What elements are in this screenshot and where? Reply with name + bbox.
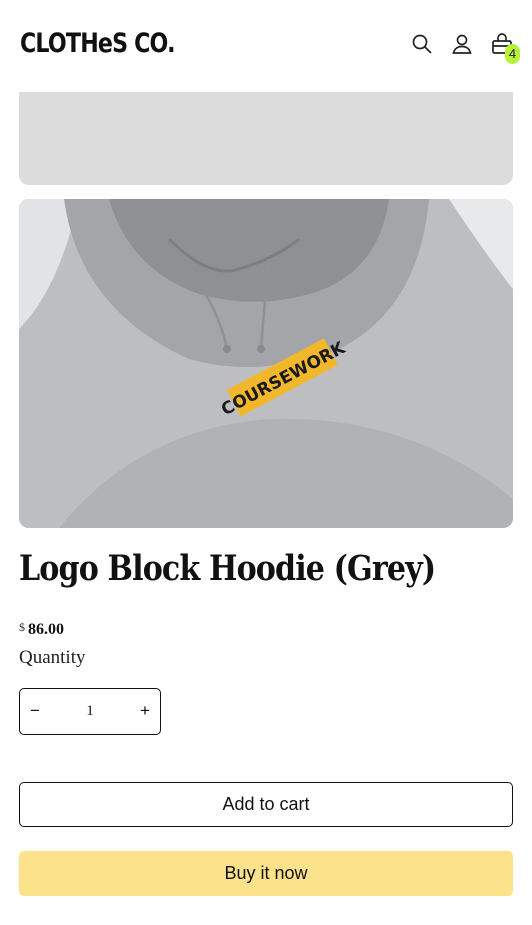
- buy-it-now-button[interactable]: Buy it now: [19, 851, 513, 896]
- account-icon: [452, 34, 472, 54]
- hoodie-illustration: COURSEWORK: [19, 199, 513, 528]
- add-to-cart-button[interactable]: Add to cart: [19, 782, 513, 827]
- decrease-quantity-button[interactable]: −: [20, 689, 50, 733]
- currency-symbol: $: [19, 620, 25, 634]
- quantity-stepper: − 1 +: [19, 688, 161, 735]
- price-amount: 86.00: [28, 621, 64, 638]
- increase-quantity-button[interactable]: +: [130, 689, 160, 733]
- account-button[interactable]: [450, 32, 474, 56]
- store-logo[interactable]: CLOTHeS CO.: [20, 28, 175, 59]
- search-button[interactable]: [410, 32, 434, 56]
- product-title: Logo Block Hoodie (Grey): [19, 548, 436, 589]
- cart-count-badge: 4: [505, 44, 520, 64]
- product-image-main[interactable]: COURSEWORK: [19, 199, 513, 528]
- product-price: $86.00: [19, 620, 64, 639]
- search-icon: [412, 34, 432, 54]
- site-header: CLOTHeS CO. 4: [0, 0, 532, 92]
- quantity-input[interactable]: 1: [60, 689, 120, 733]
- quantity-label: Quantity: [19, 647, 86, 668]
